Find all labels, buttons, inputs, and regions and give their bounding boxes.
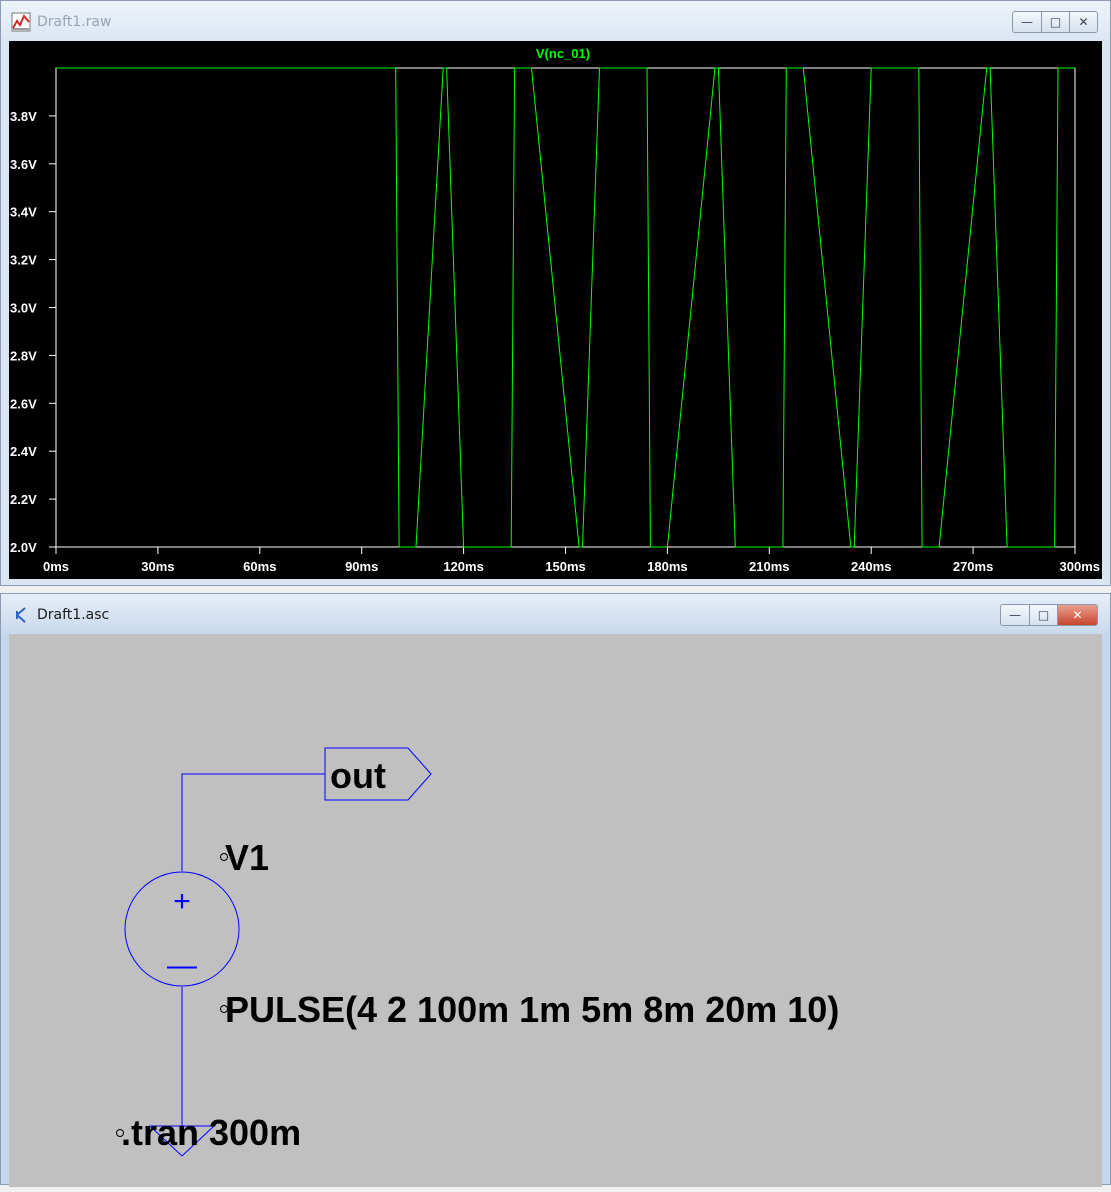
spice-directive[interactable]: .tran 300m — [121, 1112, 301, 1153]
waveform-window-controls: — □ ✕ — [1012, 11, 1098, 33]
y-tick-label: 2.2V — [10, 492, 37, 507]
close-button[interactable]: ✕ — [1069, 12, 1097, 32]
maximize-icon: □ — [1037, 608, 1050, 622]
y-tick-label: 3.0V — [10, 301, 37, 316]
close-button[interactable]: ✕ — [1057, 605, 1097, 625]
y-tick-label: 3.4V — [10, 205, 37, 220]
x-tick-label: 30ms — [141, 559, 174, 574]
net-label-text[interactable]: out — [330, 755, 386, 796]
x-tick-label: 60ms — [243, 559, 276, 574]
schematic-window-title: Draft1.asc — [37, 607, 110, 623]
maximize-button[interactable]: □ — [1029, 605, 1057, 625]
schematic-titlebar[interactable]: Draft1.asc — □ ✕ — [1, 594, 1110, 634]
y-tick-label: 3.6V — [10, 157, 37, 172]
plus-sign: + — [173, 885, 191, 918]
close-icon: ✕ — [1078, 15, 1089, 29]
x-tick-label: 240ms — [851, 559, 891, 574]
minimize-icon: — — [1021, 15, 1033, 29]
trace-label[interactable]: V(nc_01) — [536, 46, 590, 61]
waveform-window[interactable]: Draft1.raw — □ ✕ V(nc_01) 2.0V 2.2V 2.4V 2.… — [0, 0, 1111, 586]
schematic-drawing[interactable]: out + — V1 PULSE(4 2 100m 1m 5m 8m 20m 1… — [9, 634, 1102, 1187]
schematic-app-icon — [16, 607, 26, 623]
schematic-window[interactable]: Draft1.asc — □ ✕ out + — V1 PULSE(4 2 10… — [0, 593, 1111, 1187]
source-name[interactable]: V1 — [225, 837, 269, 878]
source-value[interactable]: PULSE(4 2 100m 1m 5m 8m 20m 10) — [225, 989, 839, 1030]
schematic-canvas[interactable]: out + — V1 PULSE(4 2 100m 1m 5m 8m 20m 1… — [9, 634, 1102, 1187]
minimize-button[interactable]: — — [1013, 12, 1041, 32]
trace-line — [56, 67, 1075, 548]
x-tick-label: 270ms — [953, 559, 993, 574]
plot-frame — [55, 67, 1076, 548]
schematic-window-controls: — □ ✕ — [1000, 604, 1098, 626]
minimize-icon: — — [1009, 608, 1021, 622]
waveform-chart[interactable]: V(nc_01) 2.0V 2.2V 2.4V 2.6V 2.8V 3.0V 3.2V 3.4… — [9, 41, 1102, 579]
x-tick-label: 180ms — [647, 559, 687, 574]
y-tick-label: 2.0V — [10, 540, 37, 555]
y-tick-label: 3.2V — [10, 253, 37, 268]
maximize-button[interactable]: □ — [1041, 12, 1069, 32]
y-axis: 2.0V 2.2V 2.4V 2.6V 2.8V 3.0V 3.2V 3.4V 3.6V 3.8V — [10, 109, 56, 555]
x-tick-label: 210ms — [749, 559, 789, 574]
y-tick-label: 2.6V — [10, 396, 37, 411]
x-tick-label: 150ms — [545, 559, 585, 574]
waveform-app-icon — [11, 12, 31, 32]
y-tick-label: 2.8V — [10, 348, 37, 363]
y-tick-label: 2.4V — [10, 444, 37, 459]
close-icon: ✕ — [1072, 608, 1083, 622]
waveform-titlebar[interactable]: Draft1.raw — □ ✕ — [1, 1, 1110, 41]
y-tick-label: 3.8V — [10, 109, 37, 124]
x-tick-label: 300ms — [1060, 559, 1100, 574]
minus-sign: — — [167, 949, 197, 982]
x-axis: 0ms 30ms 60ms 90ms 120ms 150ms 180ms 210ms 240ms… — [43, 547, 1100, 574]
x-tick-label: 0ms — [43, 559, 69, 574]
waveform-window-title: Draft1.raw — [37, 14, 112, 30]
x-tick-label: 120ms — [443, 559, 483, 574]
waveform-plot-area[interactable]: V(nc_01) 2.0V 2.2V 2.4V 2.6V 2.8V 3.0V 3.2V 3.4… — [9, 41, 1102, 579]
x-tick-label: 90ms — [345, 559, 378, 574]
minimize-button[interactable]: — — [1001, 605, 1029, 625]
maximize-icon: □ — [1049, 15, 1062, 29]
